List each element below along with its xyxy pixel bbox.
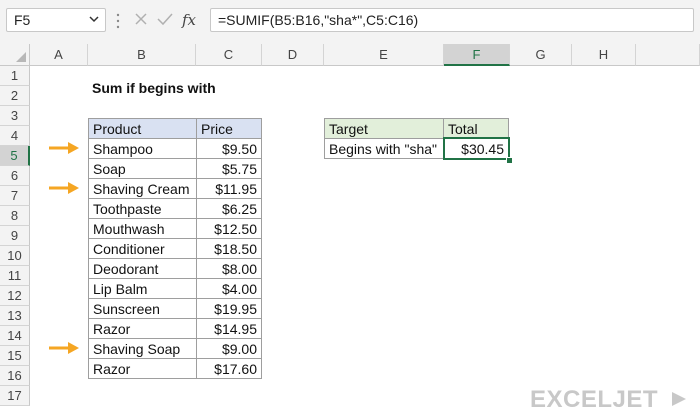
price-cell[interactable]: $17.60 — [196, 358, 262, 379]
product-cell[interactable]: Shaving Soap — [88, 338, 197, 359]
product-cell[interactable]: Soap — [88, 158, 197, 179]
spreadsheet-grid[interactable]: ABCDEFGH 1 2 3 4 5 6 7 8 9 10 11 12 13 14 15 16 17 Sum i… — [0, 44, 700, 413]
column-header-f[interactable]: F — [444, 44, 510, 66]
drag-handle-icon[interactable] — [115, 12, 121, 30]
row-header-13[interactable]: 13 — [0, 306, 30, 326]
price-cell[interactable]: $14.95 — [196, 318, 262, 339]
total-header[interactable]: Total — [443, 118, 509, 139]
row-header-11[interactable]: 11 — [0, 266, 30, 286]
select-all-icon — [16, 52, 26, 62]
row-header-10[interactable]: 10 — [0, 246, 30, 266]
product-cell[interactable]: Sunscreen — [88, 298, 197, 319]
column-header-g[interactable]: G — [510, 44, 572, 66]
target-value[interactable]: Begins with "sha" — [324, 138, 444, 159]
column-header-a[interactable]: A — [30, 44, 88, 66]
product-cell[interactable]: Shampoo — [88, 138, 197, 159]
price-cell[interactable]: $4.00 — [196, 278, 262, 299]
column-header-e[interactable]: E — [324, 44, 444, 66]
logo-mark-icon — [672, 392, 686, 406]
product-cell[interactable]: Razor — [88, 318, 197, 339]
svg-text:fx: fx — [181, 11, 197, 29]
row-header-7[interactable]: 7 — [0, 186, 30, 206]
fill-handle[interactable] — [506, 157, 513, 164]
cancel-icon[interactable] — [135, 13, 147, 25]
target-header[interactable]: Target — [324, 118, 444, 139]
row-header-4[interactable]: 4 — [0, 126, 30, 146]
row-header-1[interactable]: 1 — [0, 66, 30, 86]
row-header-6[interactable]: 6 — [0, 166, 30, 186]
price-cell[interactable]: $12.50 — [196, 218, 262, 239]
highlight-arrow-icon — [49, 142, 79, 154]
product-cell[interactable]: Razor — [88, 358, 197, 379]
column-header-b[interactable]: B — [88, 44, 196, 66]
active-cell-selection — [443, 137, 510, 160]
price-cell[interactable]: $5.75 — [196, 158, 262, 179]
product-cell[interactable]: Shaving Cream — [88, 178, 197, 199]
price-cell[interactable]: $9.50 — [196, 138, 262, 159]
select-all-corner[interactable] — [0, 44, 30, 66]
product-cell[interactable]: Conditioner — [88, 238, 197, 259]
price-cell[interactable]: $18.50 — [196, 238, 262, 259]
price-header[interactable]: Price — [196, 118, 262, 139]
row-header-17[interactable]: 17 — [0, 386, 30, 406]
price-cell[interactable]: $11.95 — [196, 178, 262, 199]
formula-bar: F5 fx =SUMIF(B5:B16,"sha*",C5:C16) — [0, 0, 700, 45]
row-header-3[interactable]: 3 — [0, 106, 30, 126]
row-header-9[interactable]: 9 — [0, 226, 30, 246]
column-header-c[interactable]: C — [196, 44, 262, 66]
enter-icon[interactable] — [157, 13, 173, 26]
price-cell[interactable]: $9.00 — [196, 338, 262, 359]
column-header-d[interactable]: D — [262, 44, 324, 66]
product-cell[interactable]: Deodorant — [88, 258, 197, 279]
price-cell[interactable]: $6.25 — [196, 198, 262, 219]
name-box-value: F5 — [14, 12, 31, 28]
column-header-h[interactable]: H — [572, 44, 636, 66]
price-cell[interactable]: $8.00 — [196, 258, 262, 279]
logo-text: EXCELJET — [530, 386, 659, 413]
highlight-arrow-icon — [49, 182, 79, 194]
name-box[interactable]: F5 — [6, 8, 106, 32]
formula-text: =SUMIF(B5:B16,"sha*",C5:C16) — [218, 12, 419, 28]
row-header-5[interactable]: 5 — [0, 146, 30, 166]
row-header-12[interactable]: 12 — [0, 286, 30, 306]
formula-input[interactable]: =SUMIF(B5:B16,"sha*",C5:C16) — [210, 8, 694, 32]
sheet-title[interactable]: Sum if begins with — [88, 78, 288, 98]
row-header-16[interactable]: 16 — [0, 366, 30, 386]
row-header-14[interactable]: 14 — [0, 326, 30, 346]
row-header-8[interactable]: 8 — [0, 206, 30, 226]
price-cell[interactable]: $19.95 — [196, 298, 262, 319]
formula-bar-buttons: fx — [135, 11, 197, 29]
column-header-filler — [636, 44, 700, 66]
chevron-down-icon[interactable] — [89, 14, 99, 24]
product-cell[interactable]: Lip Balm — [88, 278, 197, 299]
product-cell[interactable]: Mouthwash — [88, 218, 197, 239]
highlight-arrow-icon — [49, 342, 79, 354]
row-header-15[interactable]: 15 — [0, 346, 30, 366]
row-header-2[interactable]: 2 — [0, 86, 30, 106]
function-icon[interactable]: fx — [181, 11, 197, 29]
product-header[interactable]: Product — [88, 118, 197, 139]
product-cell[interactable]: Toothpaste — [88, 198, 197, 219]
